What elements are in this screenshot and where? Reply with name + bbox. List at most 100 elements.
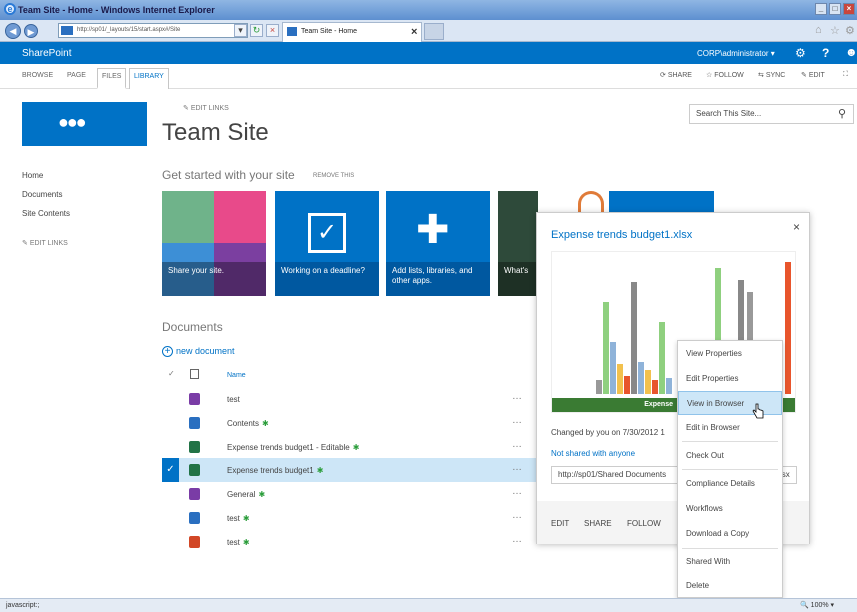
sharing-status-link[interactable]: Not shared with anyone bbox=[551, 449, 635, 458]
new-tab-button[interactable] bbox=[424, 23, 444, 40]
row-checkbox[interactable] bbox=[162, 482, 179, 506]
file-type-icon bbox=[189, 417, 200, 429]
checklist-icon: ✓ bbox=[308, 213, 346, 253]
zoom-level[interactable]: 🔍 100% ▾ bbox=[800, 601, 834, 609]
forward-icon[interactable]: ▶ bbox=[24, 24, 38, 38]
add-icon: + bbox=[162, 346, 173, 357]
new-document-link[interactable]: + new document bbox=[162, 346, 235, 357]
feedback-icon[interactable]: ☻ bbox=[845, 45, 857, 59]
help-icon[interactable]: ? bbox=[822, 46, 829, 60]
row-checkbox[interactable] bbox=[162, 530, 179, 554]
callout-follow-button[interactable]: FOLLOW bbox=[627, 519, 661, 528]
tile-whats-new[interactable]: What's bbox=[498, 191, 538, 296]
edit-action[interactable]: ✎ EDIT bbox=[801, 71, 825, 79]
menu-check-out[interactable]: Check Out bbox=[678, 444, 782, 468]
row-checkbox[interactable] bbox=[162, 435, 179, 459]
tab-browse[interactable]: BROWSE bbox=[22, 72, 53, 79]
nav-documents[interactable]: Documents bbox=[22, 190, 62, 199]
ellipsis-menu-icon[interactable]: … bbox=[512, 486, 523, 497]
ellipsis-menu-icon[interactable]: … bbox=[512, 439, 523, 450]
close-tab-icon[interactable]: × bbox=[411, 26, 417, 38]
documents-heading[interactable]: Documents bbox=[162, 320, 223, 334]
select-all-checkbox[interactable]: ✓ bbox=[168, 369, 175, 378]
menu-divider bbox=[682, 548, 778, 549]
callout-share-button[interactable]: SHARE bbox=[584, 519, 612, 528]
follow-action[interactable]: ☆ FOLLOW bbox=[706, 71, 744, 79]
settings-gear-icon[interactable]: ⚙ bbox=[795, 46, 806, 60]
close-icon[interactable]: × bbox=[793, 220, 800, 234]
tile-partial[interactable] bbox=[609, 191, 714, 213]
table-row[interactable]: Contents ✱ … bbox=[162, 411, 536, 435]
menu-shared-with[interactable]: Shared With bbox=[678, 550, 782, 574]
minimize-button[interactable]: _ bbox=[815, 3, 827, 15]
table-row[interactable]: test ✱ … bbox=[162, 506, 536, 530]
site-favicon-icon bbox=[61, 26, 73, 35]
site-logo[interactable]: ●●● bbox=[22, 102, 147, 146]
ellipsis-menu-icon[interactable]: … bbox=[512, 415, 523, 426]
document-name-link[interactable]: test bbox=[227, 395, 243, 404]
tab-page[interactable]: PAGE bbox=[67, 72, 86, 79]
row-checkbox[interactable] bbox=[162, 506, 179, 530]
document-name-link[interactable]: Expense trends budget1 - Editable ✱ bbox=[227, 443, 359, 452]
ellipsis-menu-icon[interactable]: … bbox=[512, 510, 523, 521]
close-window-button[interactable]: × bbox=[843, 3, 855, 15]
document-name-link[interactable]: test ✱ bbox=[227, 514, 250, 523]
row-checkbox[interactable] bbox=[162, 387, 179, 411]
row-checkbox[interactable] bbox=[162, 411, 179, 435]
menu-delete[interactable]: Delete bbox=[678, 574, 782, 598]
document-name-link[interactable]: test ✱ bbox=[227, 538, 250, 547]
share-action[interactable]: ⟳ SHARE bbox=[660, 71, 692, 79]
search-icon[interactable]: ⚲ bbox=[838, 107, 846, 120]
maximize-button[interactable]: □ bbox=[829, 3, 841, 15]
tile-add-apps[interactable]: ✚ Add lists, libraries, and other apps. bbox=[386, 191, 490, 296]
back-icon[interactable]: ◀ bbox=[5, 23, 21, 39]
edit-links-top[interactable]: ✎ EDIT LINKS bbox=[183, 104, 229, 112]
menu-view-properties[interactable]: View Properties bbox=[678, 342, 782, 366]
search-input[interactable]: Search This Site... bbox=[689, 104, 854, 124]
column-header-name[interactable]: Name bbox=[227, 372, 246, 379]
tools-icon[interactable]: ⚙ bbox=[845, 24, 855, 37]
tile-share-site[interactable]: Share your site. bbox=[162, 191, 266, 296]
remove-this-link[interactable]: REMOVE THIS bbox=[313, 173, 354, 179]
tab-library[interactable]: LIBRARY bbox=[129, 68, 169, 89]
callout-title[interactable]: Expense trends budget1.xlsx bbox=[551, 229, 692, 241]
tab-files[interactable]: FILES bbox=[97, 68, 127, 89]
sharepoint-brand[interactable]: SharePoint bbox=[22, 48, 71, 59]
menu-view-in-browser[interactable]: View in Browser bbox=[678, 391, 782, 415]
row-checkbox[interactable]: ✓ bbox=[162, 458, 179, 482]
ellipsis-menu-icon[interactable]: … bbox=[512, 534, 523, 545]
sync-action[interactable]: ⇆ SYNC bbox=[758, 71, 785, 79]
table-row[interactable]: test … bbox=[162, 387, 536, 411]
callout-edit-button[interactable]: EDIT bbox=[551, 519, 569, 528]
refresh-icon[interactable]: ↻ bbox=[250, 24, 263, 37]
new-badge-icon: ✱ bbox=[262, 419, 269, 428]
document-name-link[interactable]: General ✱ bbox=[227, 490, 265, 499]
edit-links-nav[interactable]: ✎ EDIT LINKS bbox=[22, 239, 68, 247]
browser-tab[interactable]: Team Site - Home bbox=[282, 22, 422, 42]
document-name-link[interactable]: Contents ✱ bbox=[227, 419, 269, 428]
table-row[interactable]: General ✱ … bbox=[162, 482, 536, 506]
nav-site-contents[interactable]: Site Contents bbox=[22, 209, 70, 218]
file-type-icon bbox=[189, 488, 200, 500]
home-icon[interactable]: ⌂ bbox=[815, 24, 822, 36]
table-row[interactable]: ✓ Expense trends budget1 ✱ … bbox=[162, 458, 536, 482]
menu-download-copy[interactable]: Download a Copy bbox=[678, 522, 782, 546]
table-row[interactable]: Expense trends budget1 - Editable ✱ … bbox=[162, 435, 536, 459]
table-row[interactable]: test ✱ … bbox=[162, 530, 536, 554]
menu-compliance-details[interactable]: Compliance Details bbox=[678, 472, 782, 496]
favorites-icon[interactable]: ☆ bbox=[830, 24, 840, 37]
address-dropdown-icon[interactable]: ▾ bbox=[234, 24, 247, 37]
document-name-link[interactable]: Expense trends budget1 ✱ bbox=[227, 466, 323, 475]
address-bar[interactable]: http://sp01/_layouts/15/start.aspx#/Site bbox=[58, 23, 248, 38]
stop-icon[interactable]: × bbox=[266, 24, 279, 37]
user-menu[interactable]: CORP\administrator ▾ bbox=[697, 49, 775, 58]
ellipsis-menu-icon[interactable]: … bbox=[512, 391, 523, 402]
menu-edit-in-browser[interactable]: Edit in Browser bbox=[678, 416, 782, 440]
menu-edit-properties[interactable]: Edit Properties bbox=[678, 367, 782, 391]
tile-deadline[interactable]: ✓ Working on a deadline? bbox=[275, 191, 379, 296]
nav-home[interactable]: Home bbox=[22, 171, 43, 180]
focus-icon[interactable]: ⛶ bbox=[843, 71, 848, 79]
menu-workflows[interactable]: Workflows bbox=[678, 497, 782, 521]
ellipsis-menu-icon[interactable]: … bbox=[512, 462, 523, 473]
page-title[interactable]: Team Site bbox=[162, 119, 269, 147]
